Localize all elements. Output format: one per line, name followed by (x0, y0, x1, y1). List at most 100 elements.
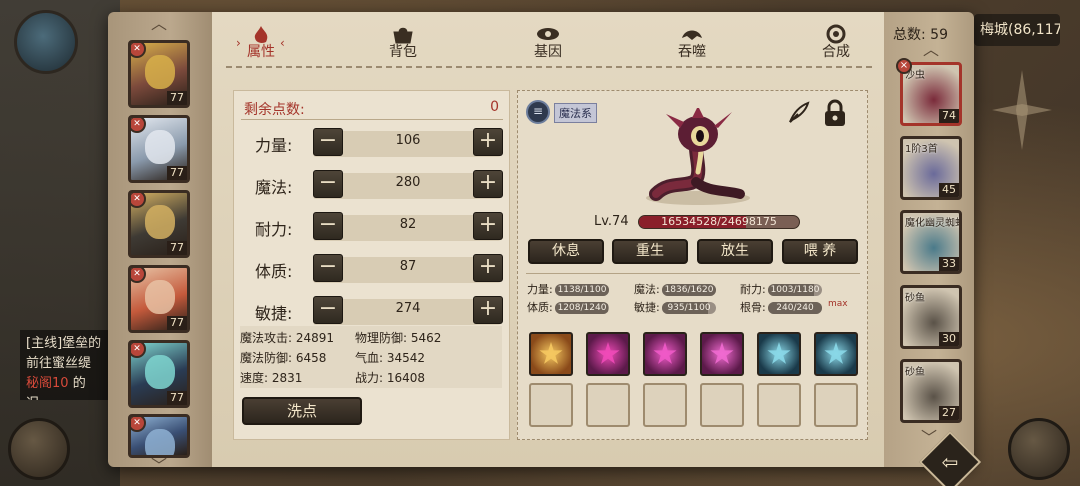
empty-skill-slot[interactable] (643, 383, 687, 427)
hero-card[interactable]: ✕ 77 (128, 190, 190, 258)
pet-attribute-bar: 240/240 (768, 302, 822, 314)
pet-level: Lv.74 (594, 214, 629, 229)
pet-card-name: 砂鱼 (905, 367, 925, 378)
pet-card[interactable]: 砂鱼 30 (900, 285, 962, 349)
pet-attribute: 敏捷: 935/1100 (634, 299, 716, 314)
increase-button[interactable]: + (473, 212, 503, 240)
pet-card[interactable]: 砂鱼 27 (900, 359, 962, 423)
pet-attribute-label: 魔法: (634, 283, 660, 296)
increase-button[interactable]: + (473, 296, 503, 324)
lock-icon[interactable] (822, 98, 848, 128)
empty-skill-slot[interactable] (757, 383, 801, 427)
hero-card[interactable]: ✕ 77 (128, 40, 190, 108)
quest-tracker[interactable]: [主线]堡垒的 前往蜜丝缇 秘阁10 的 况 (20, 330, 120, 400)
pet-card-level: 33 (939, 257, 959, 271)
slash-skill-icon[interactable] (586, 332, 630, 376)
spirit-skill-icon[interactable] (757, 332, 801, 376)
pet-card-level: 27 (939, 406, 959, 420)
stat-value: 82 (399, 217, 417, 232)
home-button[interactable] (1008, 418, 1070, 480)
tab-eye[interactable]: 基因 (513, 24, 583, 64)
skill-glyph (653, 342, 677, 364)
star-skill-icon[interactable] (700, 332, 744, 376)
tab-label: 基因 (534, 44, 562, 60)
rename-quill-icon[interactable] (786, 100, 812, 126)
stat-value: 280 (395, 175, 421, 190)
empty-skill-slot[interactable] (700, 383, 744, 427)
pet-attribute-value: 1208/1240 (557, 303, 607, 313)
decrease-button[interactable]: − (313, 254, 343, 282)
player-portrait[interactable] (14, 10, 78, 74)
increase-button[interactable]: + (473, 170, 503, 198)
stat-label: 耐力: (255, 220, 293, 239)
hero-portrait (145, 355, 175, 389)
pet-card[interactable]: 1阶3首 45 (900, 136, 962, 200)
pet-attribute-value: 1003/1180 (770, 285, 820, 295)
tab-swirl[interactable]: 合成 (801, 24, 871, 64)
tab-label: 背包 (389, 44, 417, 60)
hero-card[interactable]: ✕ 77 (128, 265, 190, 333)
pet-attribute-label: 力量: (527, 283, 553, 296)
hero-card[interactable]: ✕ (128, 414, 190, 458)
rest-button[interactable]: 休息 (528, 239, 604, 264)
tab-flame[interactable]: 属性 (226, 24, 296, 64)
feed-button[interactable]: 喂 养 (782, 239, 858, 264)
pet-attribute: 耐力: 1003/1180 (740, 281, 822, 296)
vortex-skill-icon[interactable] (529, 332, 573, 376)
release-button[interactable]: 放生 (697, 239, 773, 264)
pet-scroll-up-icon[interactable]: ︿ (916, 42, 946, 58)
quest-line: 况 (26, 394, 114, 400)
stat-value: 106 (395, 133, 421, 148)
empty-skill-slot[interactable] (586, 383, 630, 427)
pet-attribute-label: 根骨: (740, 301, 766, 314)
burst-skill-icon[interactable] (643, 332, 687, 376)
pet-card[interactable]: 魔化幽灵蜘蛛 33 (900, 210, 962, 274)
hero-scroll-down-icon[interactable]: ﹀ (144, 458, 174, 474)
increase-button[interactable]: + (473, 254, 503, 282)
hero-class-icon: ✕ (131, 343, 146, 358)
rebirth-button[interactable]: 重生 (612, 239, 688, 264)
stat-row-agility: 敏捷: 274 − + (255, 296, 505, 326)
hero-scroll-up-icon[interactable]: ︿ (144, 16, 174, 32)
stat-row-magic: 魔法: 280 − + (255, 170, 505, 200)
pet-card-level: 74 (939, 109, 959, 123)
empty-skill-slot[interactable] (529, 383, 573, 427)
pet-attribute-bar: 935/1100 (662, 302, 716, 314)
reset-points-button[interactable]: 洗点 (242, 397, 362, 425)
close-icon[interactable]: × (896, 58, 912, 74)
hero-portrait (145, 429, 175, 455)
map-button-left[interactable] (8, 418, 70, 480)
skill-glyph (539, 342, 563, 364)
eye-icon (537, 28, 559, 40)
stat-value: 274 (395, 301, 421, 316)
decrease-button[interactable]: − (313, 212, 343, 240)
list-icon[interactable]: ≡ (526, 100, 550, 124)
stat-value: 87 (399, 259, 417, 274)
tab-maw[interactable]: 吞噬 (657, 24, 727, 64)
tab-label: 合成 (822, 44, 850, 60)
remaining-points-row: 剩余点数: 0 (241, 96, 503, 120)
decrease-button[interactable]: − (313, 170, 343, 198)
pet-attribute-bar: 1003/1180 (768, 284, 822, 296)
increase-button[interactable]: + (473, 128, 503, 156)
hero-card[interactable]: ✕ 77 (128, 340, 190, 408)
stat-row-stamina: 耐力: 82 − + (255, 212, 505, 242)
hero-level: 77 (167, 166, 187, 180)
pet-attribute: 魔法: 1836/1620 (634, 281, 716, 296)
decrease-button[interactable]: − (313, 296, 343, 324)
tab-bag[interactable]: 背包 (368, 24, 438, 64)
pet-hp-text: 16534528/24698175 (661, 215, 777, 228)
quest-line: [主线]堡垒的 (26, 336, 102, 351)
quest-line: 前往蜜丝缇 (26, 356, 92, 371)
max-tag: max (828, 299, 848, 309)
bag-icon (393, 27, 413, 44)
pet-total-count: 总数: 59 (893, 27, 948, 43)
empty-skill-slot[interactable] (814, 383, 858, 427)
stat-label: 敏捷: (255, 304, 293, 323)
pet-attribute-label: 体质: (527, 301, 553, 314)
claw-skill-icon[interactable] (814, 332, 858, 376)
pet-card-level: 45 (939, 183, 959, 197)
decrease-button[interactable]: − (313, 128, 343, 156)
hero-card[interactable]: ✕ 77 (128, 115, 190, 183)
hero-portrait (145, 205, 175, 239)
